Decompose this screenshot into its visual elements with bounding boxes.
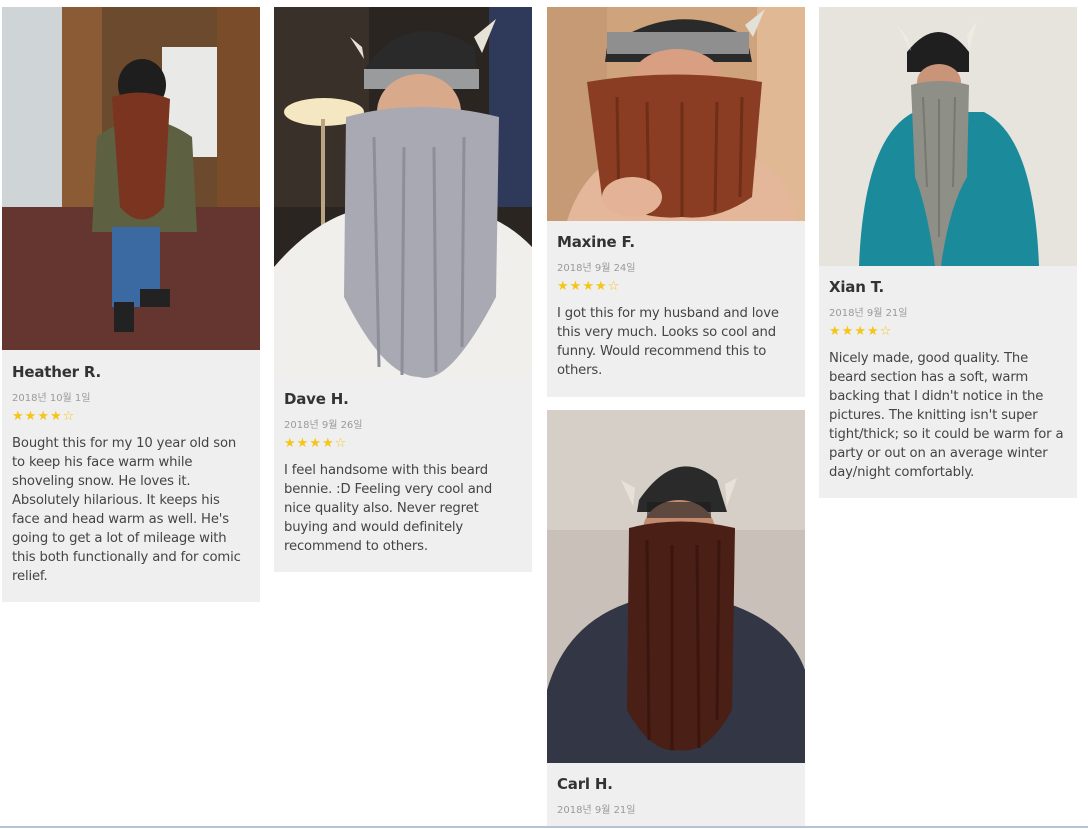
review-photo[interactable] <box>819 7 1077 266</box>
divider <box>0 826 1088 828</box>
star-filled-icon: ★ <box>841 324 854 339</box>
star-filled-icon: ★ <box>866 324 879 339</box>
review-card: Heather R. 2018년 10월 1일 ★ ★ ★ ★ ☆ Bought thi… <box>2 7 260 602</box>
star-filled-icon: ★ <box>829 324 841 339</box>
review-text: Nicely made, good quality. The beard sec… <box>829 351 1064 480</box>
star-rating: ★ ★ ★ ★ ☆ <box>557 280 795 294</box>
star-filled-icon: ★ <box>37 409 49 424</box>
review-card: Maxine F. 2018년 9월 24일 ★ ★ ★ ★ ☆ I got this … <box>547 7 805 397</box>
review-text: I got this for my husband and love this … <box>557 306 779 378</box>
review-photo[interactable] <box>547 410 805 763</box>
review-date: 2018년 10월 1일 <box>12 393 91 404</box>
star-filled-icon: ★ <box>49 409 62 424</box>
star-filled-icon: ★ <box>569 279 582 294</box>
review-photo[interactable] <box>547 7 805 221</box>
review-date: 2018년 9월 21일 <box>557 805 636 816</box>
star-empty-icon: ☆ <box>62 409 75 424</box>
reviewer-name: Dave H. <box>284 390 349 408</box>
reviewer-name: Maxine F. <box>557 233 635 251</box>
reviewer-name: Carl H. <box>557 775 613 793</box>
star-empty-icon: ☆ <box>334 436 347 451</box>
review-photo[interactable] <box>2 7 260 350</box>
star-rating: ★ ★ ★ ★ ☆ <box>829 325 1067 339</box>
review-card: Xian T. 2018년 9월 21일 ★ ★ ★ ★ ☆ Nicely made, … <box>819 7 1077 498</box>
review-text: I feel handsome with this beard bennie. … <box>284 463 493 554</box>
star-filled-icon: ★ <box>321 436 334 451</box>
star-filled-icon: ★ <box>24 409 37 424</box>
review-card: Dave H. 2018년 9월 26일 ★ ★ ★ ★ ☆ I feel handso… <box>274 7 532 572</box>
review-card: Carl H. 2018년 9월 21일 <box>547 410 805 826</box>
star-rating: ★ ★ ★ ★ ☆ <box>284 437 522 451</box>
star-filled-icon: ★ <box>284 436 296 451</box>
review-date: 2018년 9월 21일 <box>829 308 908 319</box>
star-filled-icon: ★ <box>296 436 309 451</box>
star-filled-icon: ★ <box>557 279 569 294</box>
star-rating: ★ ★ ★ ★ ☆ <box>12 410 250 424</box>
star-empty-icon: ☆ <box>879 324 892 339</box>
star-empty-icon: ☆ <box>607 279 620 294</box>
reviewer-name: Xian T. <box>829 278 884 296</box>
reviewer-name: Heather R. <box>12 363 102 381</box>
star-filled-icon: ★ <box>854 324 866 339</box>
review-date: 2018년 9월 26일 <box>284 420 363 431</box>
star-filled-icon: ★ <box>582 279 594 294</box>
star-filled-icon: ★ <box>594 279 607 294</box>
review-text: Bought this for my 10 year old son to ke… <box>12 436 241 584</box>
star-filled-icon: ★ <box>12 409 24 424</box>
star-filled-icon: ★ <box>309 436 321 451</box>
review-date: 2018년 9월 24일 <box>557 263 636 274</box>
review-photo[interactable] <box>274 7 532 378</box>
